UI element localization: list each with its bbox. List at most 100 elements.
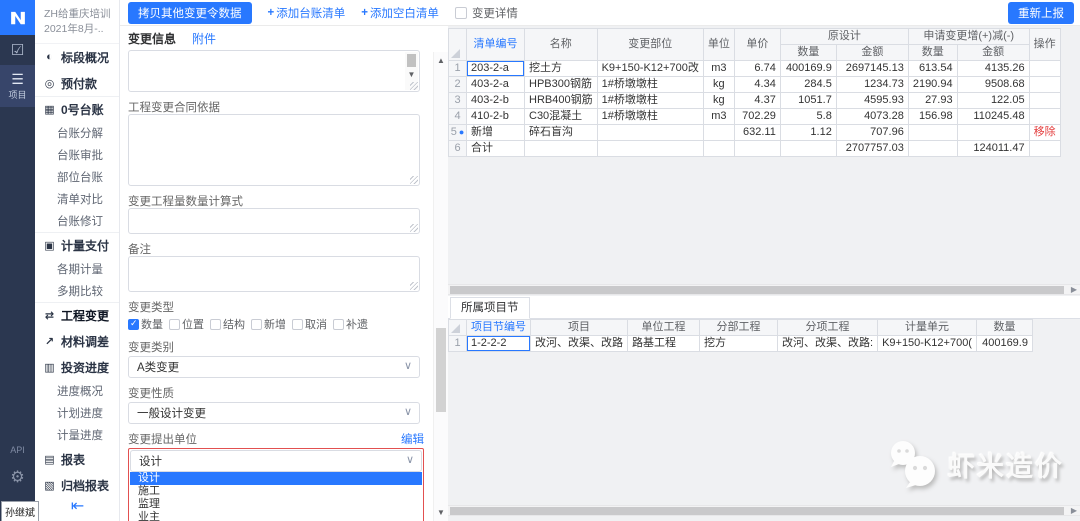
resubmit-button[interactable]: 重新上报 — [1008, 2, 1074, 24]
cell-op[interactable]: 移除 — [1029, 125, 1060, 141]
change-type-checkbox-位置[interactable]: 位置 — [169, 316, 204, 332]
cell-name[interactable]: 碎石盲沟 — [525, 125, 598, 141]
dropdown-option-监理[interactable]: 监理 — [130, 498, 422, 511]
column-header[interactable]: 清单编号 — [467, 29, 525, 61]
change-type-checkbox-数量[interactable]: 数量 — [128, 316, 163, 332]
cell-req_amt[interactable]: 9508.68 — [957, 77, 1029, 93]
cell-orig_amt[interactable]: 2707757.03 — [836, 141, 908, 157]
cell-location[interactable] — [597, 125, 703, 141]
cell-price[interactable]: 6.74 — [734, 61, 780, 77]
contract-basis-textarea[interactable] — [128, 114, 420, 186]
cell-unit[interactable]: m3 — [703, 61, 734, 77]
cell-orig_qty[interactable]: 1051.7 — [780, 93, 836, 109]
column-header[interactable]: 分部工程 — [700, 320, 778, 336]
remove-link[interactable]: 移除 — [1034, 126, 1056, 138]
scrollbar-thumb[interactable] — [436, 328, 446, 412]
row-number[interactable]: 1 — [449, 336, 467, 352]
cell-code[interactable]: 410-2-b — [467, 109, 525, 125]
grid-corner[interactable] — [449, 320, 467, 336]
change-type-checkbox-结构[interactable]: 结构 — [210, 316, 245, 332]
cell-price[interactable]: 4.37 — [734, 93, 780, 109]
sidebar-item-各期计量[interactable]: 各期计量 — [35, 258, 119, 280]
cell-2[interactable]: 路基工程 — [628, 336, 700, 352]
cell-name[interactable]: 挖土方 — [525, 61, 598, 77]
add-blank-list-button[interactable]: + 添加空白清单 — [361, 5, 439, 21]
cell-1[interactable]: 改河、改渠、改路 — [531, 336, 628, 352]
scrollbar-thumb[interactable] — [407, 54, 416, 67]
cell-orig_amt[interactable]: 2697145.13 — [836, 61, 908, 77]
cell-req_qty[interactable]: 156.98 — [908, 109, 957, 125]
cell-req_qty[interactable]: 27.93 — [908, 93, 957, 109]
grid-corner[interactable] — [449, 29, 467, 61]
sidebar-item-清单对比[interactable]: 清单对比 — [35, 188, 119, 210]
sidebar-item-多期比较[interactable]: 多期比较 — [35, 280, 119, 302]
column-header[interactable]: 单位 — [703, 29, 734, 61]
cell-req_amt[interactable]: 4135.26 — [957, 61, 1029, 77]
change-type-checkbox-补遗[interactable]: 补遗 — [333, 316, 368, 332]
cell-location[interactable]: 1#桥墩墩柱 — [597, 93, 703, 109]
cell-code[interactable]: 新增 — [467, 125, 525, 141]
tab-change-info[interactable]: 变更信息 — [128, 30, 176, 47]
sidebar-item-部位台账[interactable]: 部位台账 — [35, 166, 119, 188]
resize-handle[interactable] — [410, 82, 418, 90]
cell-op[interactable] — [1029, 93, 1060, 109]
sidebar-item-进度概况[interactable]: 进度概况 — [35, 380, 119, 402]
cell-unit[interactable] — [703, 141, 734, 157]
column-header[interactable]: 项目节编号 — [467, 320, 531, 336]
cell-name[interactable] — [525, 141, 598, 157]
form-scrollbar[interactable]: ▲ ▼ — [433, 52, 448, 521]
cell-orig_qty[interactable]: 400169.9 — [780, 61, 836, 77]
cell-location[interactable]: K9+150-K12+700改 — [597, 61, 703, 77]
row-number[interactable]: 2 — [449, 77, 467, 93]
sidebar-item-工程变更[interactable]: ⇄工程变更 — [35, 302, 119, 328]
cell-orig_qty[interactable] — [780, 141, 836, 157]
column-header[interactable]: 计量单元 — [878, 320, 977, 336]
cell-orig_qty[interactable]: 1.12 — [780, 125, 836, 141]
cell-0[interactable]: 1-2-2-2 — [467, 336, 531, 352]
cell-orig_qty[interactable]: 284.5 — [780, 77, 836, 93]
resize-handle[interactable] — [410, 282, 418, 290]
column-header[interactable]: 数量 — [780, 45, 836, 61]
cell-req_qty[interactable]: 2190.94 — [908, 77, 957, 93]
cell-orig_amt[interactable]: 4595.93 — [836, 93, 908, 109]
cell-code[interactable]: 203-2-a — [467, 61, 525, 77]
row-number[interactable]: 6 — [449, 141, 467, 157]
column-header[interactable]: 数量 — [908, 45, 957, 61]
row-number[interactable]: 5● — [449, 125, 467, 141]
horizontal-scrollbar[interactable]: ▶ — [448, 505, 1080, 516]
change-type-checkbox-新增[interactable]: 新增 — [251, 316, 286, 332]
scrollbar-thumb[interactable] — [450, 507, 1064, 515]
sidebar-item-投资进度[interactable]: ▥投资进度 — [35, 354, 119, 380]
gear-icon[interactable]: ⚙ — [0, 467, 35, 487]
column-header[interactable]: 数量 — [976, 320, 1032, 336]
cell-unit[interactable]: kg — [703, 93, 734, 109]
tab-attachments[interactable]: 附件 — [192, 30, 216, 47]
column-header[interactable]: 单价 — [734, 29, 780, 61]
cell-op[interactable] — [1029, 141, 1060, 157]
sidebar-item-台账修订[interactable]: 台账修订 — [35, 210, 119, 232]
resize-handle[interactable] — [410, 176, 418, 184]
change-category-select[interactable]: A类变更 ∨ — [128, 356, 420, 378]
tasks-icon[interactable]: ☑ — [0, 35, 35, 65]
dropdown-option-设计[interactable]: 设计 — [130, 472, 422, 485]
column-header[interactable]: 名称 — [525, 29, 598, 61]
sidebar-item-归档报表[interactable]: ▧归档报表 — [35, 472, 119, 498]
sidebar-item-预付款[interactable]: ◎预付款 — [35, 70, 119, 96]
column-header[interactable]: 项目 — [531, 320, 628, 336]
cell-name[interactable]: HPB300钢筋 — [525, 77, 598, 93]
cell-name[interactable]: C30混凝土 — [525, 109, 598, 125]
quantity-calc-textarea[interactable] — [128, 208, 420, 234]
scroll-down-icon[interactable]: ▼ — [405, 70, 418, 79]
scrollbar-thumb[interactable] — [450, 286, 1064, 294]
add-ledger-list-button[interactable]: + 添加台账清单 — [268, 5, 346, 21]
cell-orig_amt[interactable]: 707.96 — [836, 125, 908, 141]
cell-code[interactable]: 合计 — [467, 141, 525, 157]
cell-op[interactable] — [1029, 77, 1060, 93]
remark-textarea[interactable] — [128, 256, 420, 292]
cell-unit[interactable]: kg — [703, 77, 734, 93]
cell-orig_amt[interactable]: 1234.73 — [836, 77, 908, 93]
collapse-sidebar-icon[interactable]: ⇤ — [35, 496, 120, 516]
cell-req_amt[interactable] — [957, 125, 1029, 141]
cell-3[interactable]: 挖方 — [700, 336, 778, 352]
cell-op[interactable] — [1029, 61, 1060, 77]
